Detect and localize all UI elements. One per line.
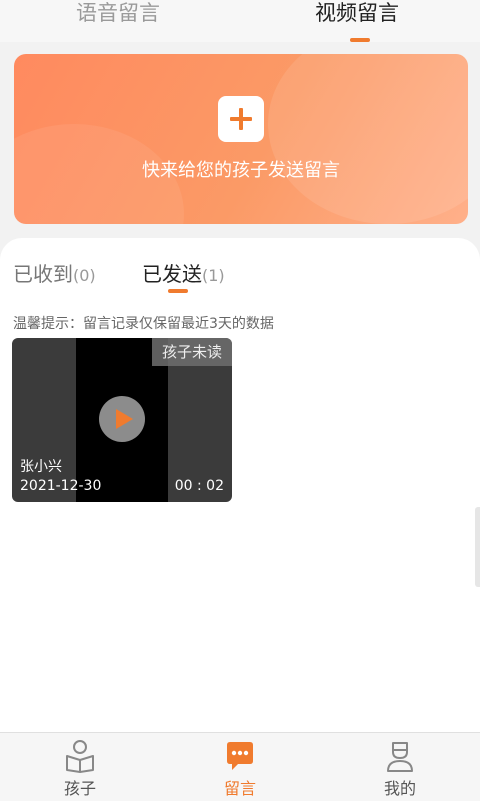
message-list-panel: 已收到(0) 已发送(1) 温馨提示：留言记录仅保留最近3天的数据 孩子未读 张…: [0, 238, 480, 732]
tab-video-message[interactable]: 视频留言: [315, 0, 399, 26]
video-date: 2021-12-30: [20, 478, 102, 494]
nav-item-child[interactable]: 孩子: [40, 739, 120, 799]
play-button[interactable]: [99, 396, 145, 442]
tab-sent[interactable]: 已发送(1): [142, 258, 225, 287]
banner-decoration: [268, 54, 468, 224]
nav-label-mine: 我的: [383, 779, 416, 798]
play-icon: [116, 409, 133, 429]
plus-icon: [230, 108, 252, 130]
active-tab-indicator: [350, 38, 370, 42]
tab-sent-label: 已发送: [142, 262, 202, 286]
tab-received[interactable]: 已收到(0): [13, 258, 96, 287]
scrollbar[interactable]: [475, 507, 480, 587]
nav-label-child: 孩子: [63, 779, 96, 798]
video-message-card[interactable]: 孩子未读 张小兴 2021-12-30 00 : 02: [12, 338, 232, 502]
video-duration: 00 : 02: [174, 478, 224, 494]
retention-tip: 温馨提示：留言记录仅保留最近3天的数据: [13, 316, 274, 332]
bottom-navigation: 孩子 留言 我的: [0, 732, 480, 801]
child-book-icon: [66, 740, 94, 773]
banner-text: 快来给您的孩子发送留言: [142, 160, 340, 181]
send-message-banner[interactable]: 快来给您的孩子发送留言: [14, 54, 468, 224]
top-tabs: 语音留言 视频留言: [0, 0, 480, 42]
nav-item-message[interactable]: 留言: [200, 739, 280, 799]
video-recipient-name: 张小兴: [20, 459, 62, 475]
profile-icon: [387, 742, 413, 772]
nav-label-message: 留言: [223, 779, 256, 798]
add-message-button[interactable]: [218, 96, 264, 142]
active-subtab-indicator: [168, 289, 188, 293]
chat-bubble-icon: [227, 742, 253, 770]
unread-status-badge: 孩子未读: [152, 338, 232, 366]
tab-received-label: 已收到: [13, 262, 73, 286]
tab-voice-message[interactable]: 语音留言: [76, 0, 160, 26]
tab-sent-count: (1): [202, 266, 225, 285]
tab-received-count: (0): [73, 266, 96, 285]
nav-item-mine[interactable]: 我的: [360, 739, 440, 799]
